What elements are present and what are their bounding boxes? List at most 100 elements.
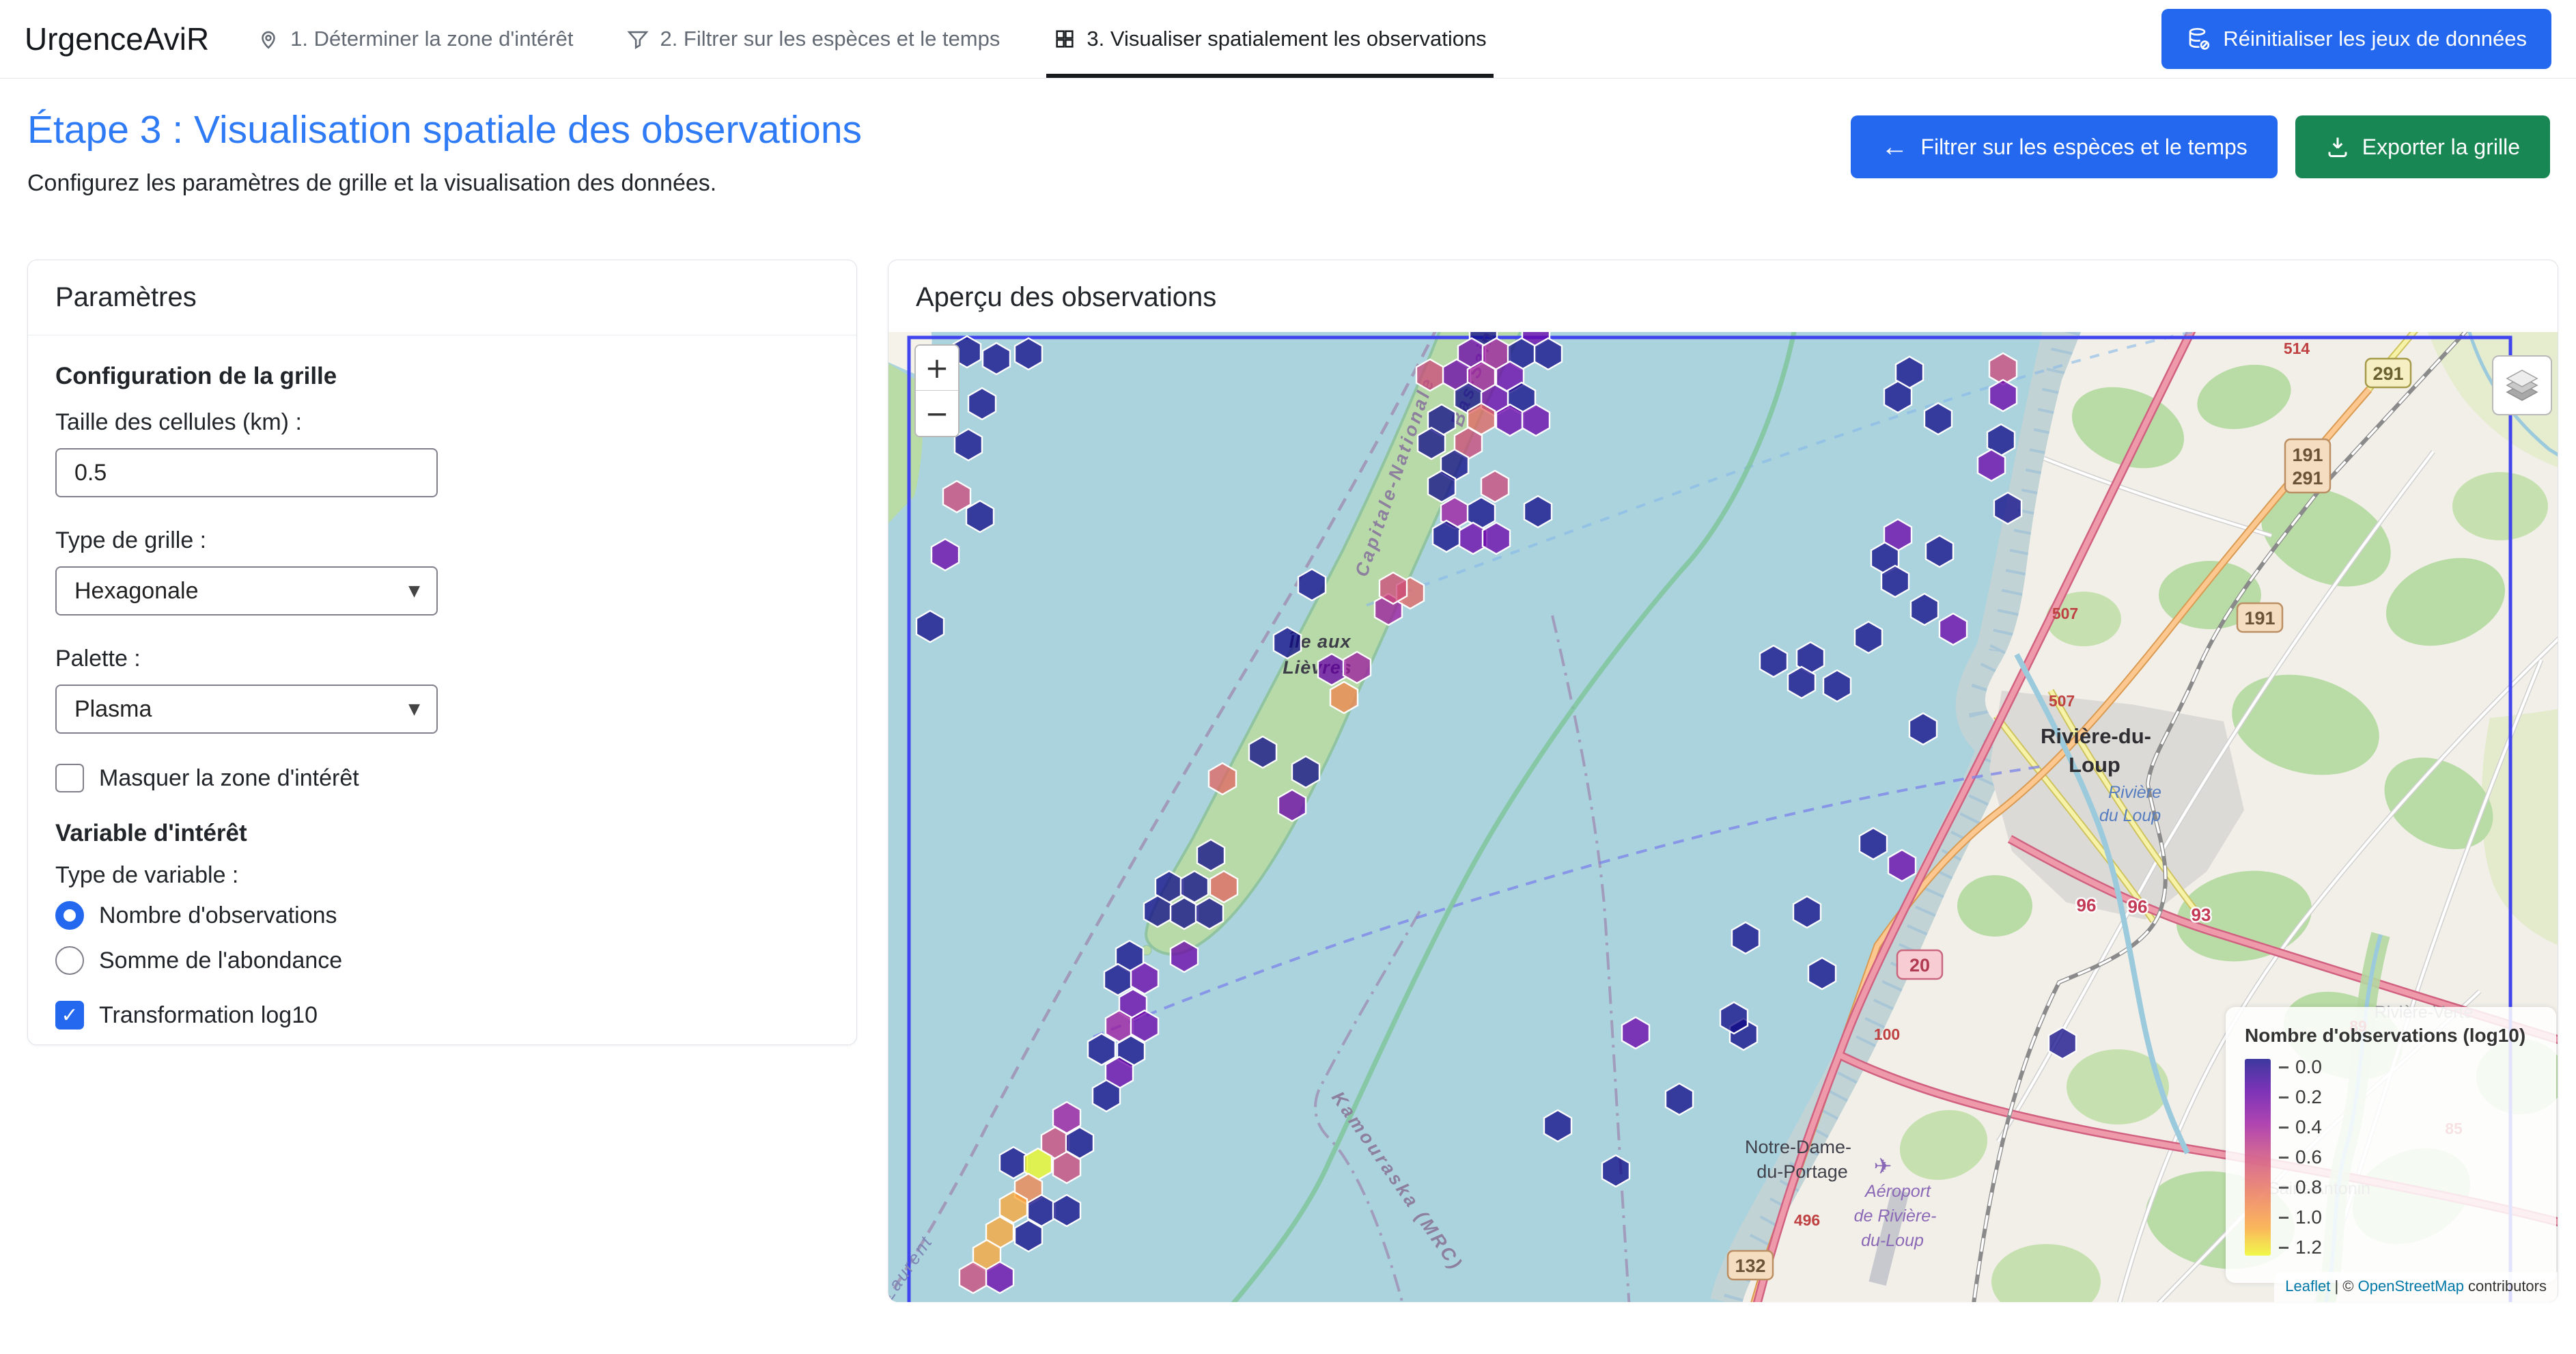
hex-cell[interactable]: [1197, 840, 1224, 871]
hex-cell[interactable]: [1496, 404, 1524, 436]
map-label: Aéroport: [1864, 1182, 1931, 1201]
hex-cell[interactable]: [1418, 428, 1445, 459]
variable-heading: Variable d'intérêt: [55, 820, 829, 847]
hex-cell[interactable]: [1924, 403, 1952, 434]
hex-cell[interactable]: [1884, 381, 1912, 413]
grid-type-select[interactable]: Hexagonale ▼: [55, 566, 438, 616]
hex-cell[interactable]: [1483, 523, 1510, 554]
osm-link[interactable]: OpenStreetMap: [2358, 1277, 2464, 1295]
zoom-control: + −: [914, 344, 960, 437]
hex-cell[interactable]: [943, 481, 970, 512]
hex-cell[interactable]: [1053, 1195, 1080, 1226]
back-to-filter-button[interactable]: ← Filtrer sur les espèces et le temps: [1851, 115, 2277, 178]
map-panel: Aperçu des observations: [888, 260, 2558, 1301]
hex-cell[interactable]: [932, 539, 959, 570]
hex-cell[interactable]: [1911, 594, 1938, 625]
hex-cell[interactable]: [968, 388, 996, 419]
hex-cell[interactable]: [986, 1262, 1013, 1293]
hex-cell[interactable]: [1989, 380, 2017, 411]
hex-cell[interactable]: [1666, 1083, 1693, 1115]
leaflet-map[interactable]: 29119129119120132 Île auxLièvresRivière-…: [888, 332, 2558, 1302]
export-grid-button[interactable]: Exporter la grille: [2295, 115, 2550, 178]
hex-cell[interactable]: [1760, 646, 1787, 677]
hex-cell[interactable]: [1131, 963, 1158, 994]
hex-cell[interactable]: [1524, 496, 1552, 527]
hex-cell[interactable]: [983, 343, 1010, 374]
hex-cell[interactable]: [1909, 713, 1937, 745]
hex-cell[interactable]: [1823, 670, 1851, 702]
hex-cell[interactable]: [1380, 572, 1407, 604]
hex-cell[interactable]: [1093, 1080, 1120, 1111]
zoom-out-button[interactable]: −: [916, 391, 958, 436]
mask-roi-label: Masquer la zone d'intérêt: [99, 765, 359, 792]
cell-size-input[interactable]: [55, 448, 438, 497]
svg-text:291: 291: [2292, 468, 2323, 488]
hex-cell[interactable]: [1994, 493, 2021, 524]
hex-cell[interactable]: [1808, 958, 1836, 989]
hex-cell[interactable]: [1171, 941, 1198, 972]
hex-cell[interactable]: [1433, 521, 1460, 552]
hex-cell[interactable]: [1881, 566, 1909, 597]
hex-cell[interactable]: [1144, 896, 1171, 927]
hex-cell[interactable]: [1088, 1034, 1115, 1065]
route-shield: 191291: [2285, 439, 2330, 493]
tab-label: 2. Filtrer sur les espèces et le temps: [660, 27, 1000, 51]
hex-cell[interactable]: [1318, 654, 1345, 685]
hex-cell[interactable]: [1274, 627, 1301, 659]
hex-cell[interactable]: [1000, 1147, 1027, 1178]
hex-cell[interactable]: [1940, 613, 1967, 645]
radio-nombre-observations[interactable]: [55, 901, 84, 930]
log10-checkbox[interactable]: [55, 1001, 84, 1030]
map-label: 100: [1874, 1025, 1900, 1043]
hex-cell[interactable]: [1015, 1220, 1042, 1252]
hex-cell[interactable]: [1481, 471, 1509, 502]
layers-control[interactable]: [2492, 355, 2552, 415]
tab-visualiser[interactable]: 3. Visualiser spatialement les observati…: [1053, 0, 1486, 78]
hex-cell[interactable]: [1104, 964, 1132, 995]
map-label: de Rivière-: [1854, 1206, 1937, 1226]
hex-cell[interactable]: [1210, 871, 1237, 902]
tab-zone-interet[interactable]: 1. Déterminer la zone d'intérêt: [257, 0, 573, 78]
palette-select[interactable]: Plasma ▼: [55, 685, 438, 734]
mask-roi-checkbox[interactable]: [55, 764, 84, 792]
hex-cell[interactable]: [1292, 756, 1319, 788]
hex-cell[interactable]: [1196, 898, 1223, 929]
tab-filtrer[interactable]: 2. Filtrer sur les espèces et le temps: [626, 0, 1000, 78]
hex-cell[interactable]: [1343, 652, 1371, 683]
legend-tick: 0.4: [2279, 1116, 2322, 1138]
hex-cell[interactable]: [1622, 1017, 1649, 1049]
hex-cell[interactable]: [1793, 896, 1821, 928]
hex-cell[interactable]: [1926, 536, 1953, 567]
reset-datasets-button[interactable]: Réinitialiser les jeux de données: [2161, 9, 2551, 69]
hex-cell[interactable]: [1249, 736, 1276, 768]
hex-cell[interactable]: [1978, 450, 2005, 481]
hex-cell[interactable]: [2049, 1027, 2076, 1059]
hex-cell[interactable]: [916, 611, 944, 642]
radio-somme-abondance[interactable]: [55, 946, 84, 975]
hex-cell[interactable]: [1298, 569, 1326, 600]
hex-cell[interactable]: [1522, 404, 1550, 436]
hex-cell[interactable]: [1535, 338, 1562, 370]
map-label: Rivière: [2108, 783, 2161, 802]
hex-cell[interactable]: [1732, 922, 1759, 954]
hex-cell[interactable]: [1330, 682, 1358, 713]
hex-cell[interactable]: [1788, 667, 1815, 698]
hex-cell[interactable]: [1278, 790, 1306, 821]
hex-cell[interactable]: [1855, 622, 1882, 653]
hex-cell[interactable]: [1171, 898, 1198, 929]
hex-cell[interactable]: [1015, 338, 1042, 370]
hex-cell[interactable]: [1720, 1002, 1748, 1034]
map-label: 93: [2192, 904, 2211, 925]
hex-cell[interactable]: [1428, 471, 1455, 502]
hex-cell[interactable]: [1544, 1110, 1571, 1142]
hex-cell[interactable]: [1602, 1155, 1629, 1187]
hex-cell[interactable]: [960, 1262, 987, 1293]
leaflet-link[interactable]: Leaflet: [2285, 1277, 2330, 1295]
zoom-in-button[interactable]: +: [916, 346, 958, 391]
hex-cell[interactable]: [1860, 828, 1887, 859]
hex-cell[interactable]: [1416, 359, 1444, 391]
hex-cell[interactable]: [1053, 1152, 1080, 1183]
hex-cell[interactable]: [1888, 850, 1916, 881]
hex-cell[interactable]: [966, 501, 994, 532]
hex-cell[interactable]: [1209, 763, 1236, 795]
